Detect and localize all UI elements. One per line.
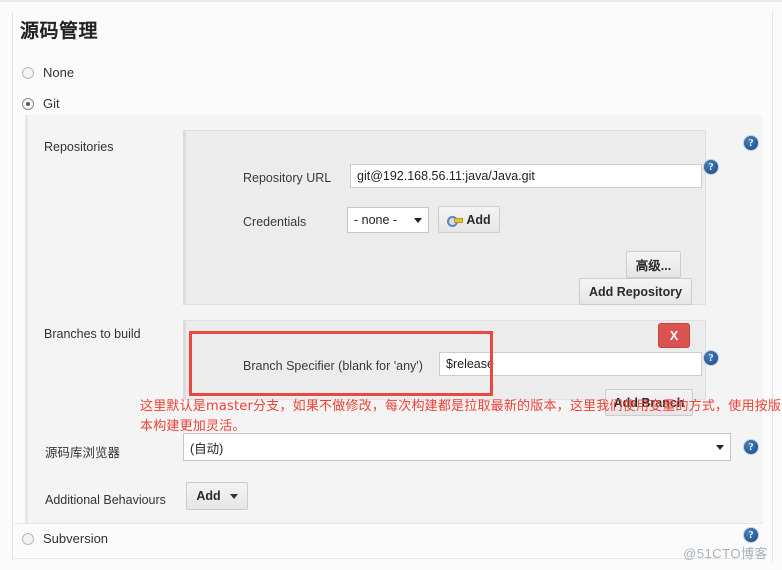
- help-icon-subversion[interactable]: ?: [743, 527, 759, 543]
- add-credentials-label: Add: [466, 212, 491, 227]
- page-title: 源码管理: [20, 21, 99, 42]
- watermark: @51CTO博客: [683, 546, 768, 561]
- credentials-select[interactable]: - none -: [347, 207, 429, 233]
- key-icon: [447, 214, 464, 227]
- chevron-down-icon: [414, 217, 422, 223]
- radio-none-icon[interactable]: [22, 66, 34, 79]
- delete-branch-label: X: [669, 328, 679, 343]
- scm-option-subversion-label: Subversion: [43, 531, 109, 546]
- help-icon-branch-specifier[interactable]: ?: [703, 350, 719, 366]
- credentials-label: Credentials: [243, 215, 307, 229]
- repositories-section-label: Repositories: [44, 140, 114, 154]
- scm-option-none-label: None: [43, 65, 75, 80]
- repository-url-label: Repository URL: [243, 171, 332, 185]
- add-repository-button[interactable]: Add Repository: [579, 278, 692, 305]
- branches-section-label: Branches to build: [44, 327, 141, 341]
- scm-option-subversion[interactable]: Subversion: [22, 531, 108, 546]
- credentials-select-value: - none -: [354, 213, 398, 227]
- annotation-text: 这里默认是master分支，如果不做修改，每次构建都是拉取最新的版本，这里我们使…: [140, 399, 782, 434]
- chevron-down-icon: [716, 444, 724, 450]
- branches-box: Branch Specifier (blank for 'any'): [183, 320, 706, 400]
- delete-branch-button[interactable]: X: [658, 323, 690, 348]
- add-repository-label: Add Repository: [588, 284, 683, 299]
- scm-config-page: 源码管理 None Git Repositories Repository UR…: [0, 0, 782, 570]
- left-rail-divider: [12, 12, 13, 560]
- scm-option-none[interactable]: None: [22, 65, 74, 80]
- radio-git-icon[interactable]: [22, 97, 34, 110]
- additional-behaviours-label: Additional Behaviours: [45, 493, 166, 507]
- bottom-divider: [14, 558, 763, 559]
- additional-behaviours-add-label: Add: [196, 489, 221, 503]
- git-config-panel: Repositories Repository URL Credentials …: [25, 115, 763, 523]
- repository-url-input[interactable]: [350, 164, 702, 188]
- scm-option-git-label: Git: [43, 96, 60, 111]
- repository-browser-label: 源码库浏览器: [45, 446, 121, 460]
- branch-specifier-label: Branch Specifier (blank for 'any'): [243, 359, 423, 373]
- chevron-down-icon: [229, 493, 238, 499]
- help-icon-repository-url[interactable]: ?: [703, 159, 719, 175]
- add-credentials-button[interactable]: Add: [438, 206, 500, 233]
- repository-browser-value: (自动): [190, 441, 224, 456]
- help-icon-repository-browser[interactable]: ?: [743, 439, 759, 455]
- scm-option-git[interactable]: Git: [22, 96, 60, 111]
- section-divider: [14, 523, 763, 524]
- branch-specifier-input[interactable]: [439, 352, 702, 376]
- additional-behaviours-add-button[interactable]: Add: [186, 482, 248, 510]
- advanced-button-label: 高级...: [635, 259, 672, 273]
- help-icon-repositories[interactable]: ?: [743, 135, 759, 151]
- advanced-button[interactable]: 高级...: [626, 251, 681, 278]
- repository-browser-select[interactable]: (自动): [183, 433, 731, 461]
- right-rail-divider: [772, 10, 773, 562]
- radio-subversion-icon[interactable]: [22, 532, 34, 545]
